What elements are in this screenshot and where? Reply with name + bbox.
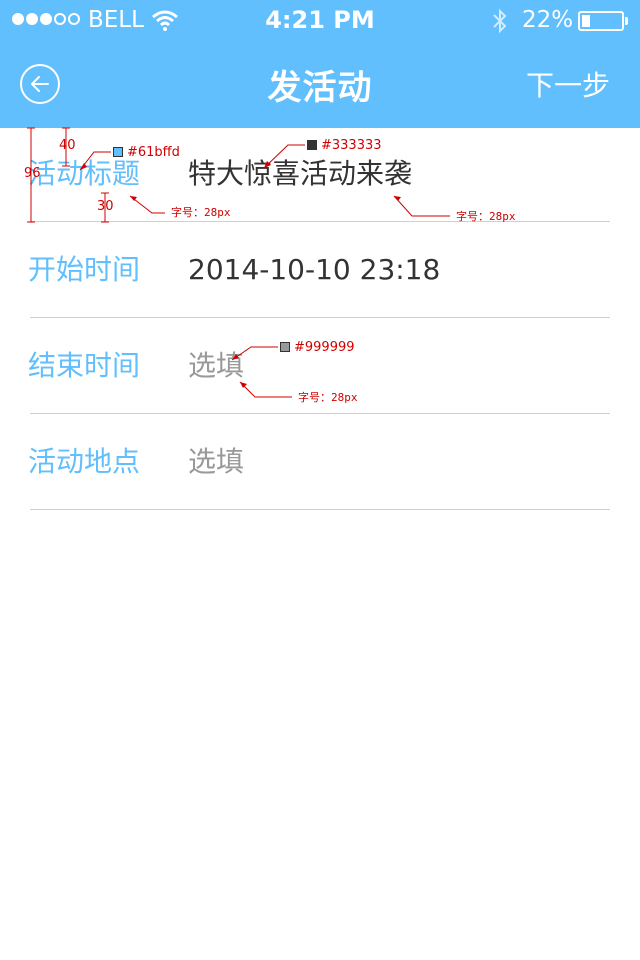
annotation-top-spacing: 40 <box>59 138 76 153</box>
annotation-placeholder-font: 字号：28px <box>298 391 358 404</box>
color-swatch-placeholder <box>280 342 290 352</box>
annotation-label-font: 字号：28px <box>171 206 231 219</box>
annotation-label-color: #61bffd <box>127 145 180 160</box>
annotation-row-height: 96 <box>24 166 41 181</box>
annotation-lines <box>27 127 450 398</box>
color-swatch-label <box>113 147 123 157</box>
annotation-value-color: #333333 <box>321 138 382 153</box>
annotation-text-height: 30 <box>97 199 114 214</box>
annotation-value-font: 字号：28px <box>456 210 516 223</box>
annotation-placeholder-color: #999999 <box>294 340 355 355</box>
color-swatch-value <box>307 140 317 150</box>
